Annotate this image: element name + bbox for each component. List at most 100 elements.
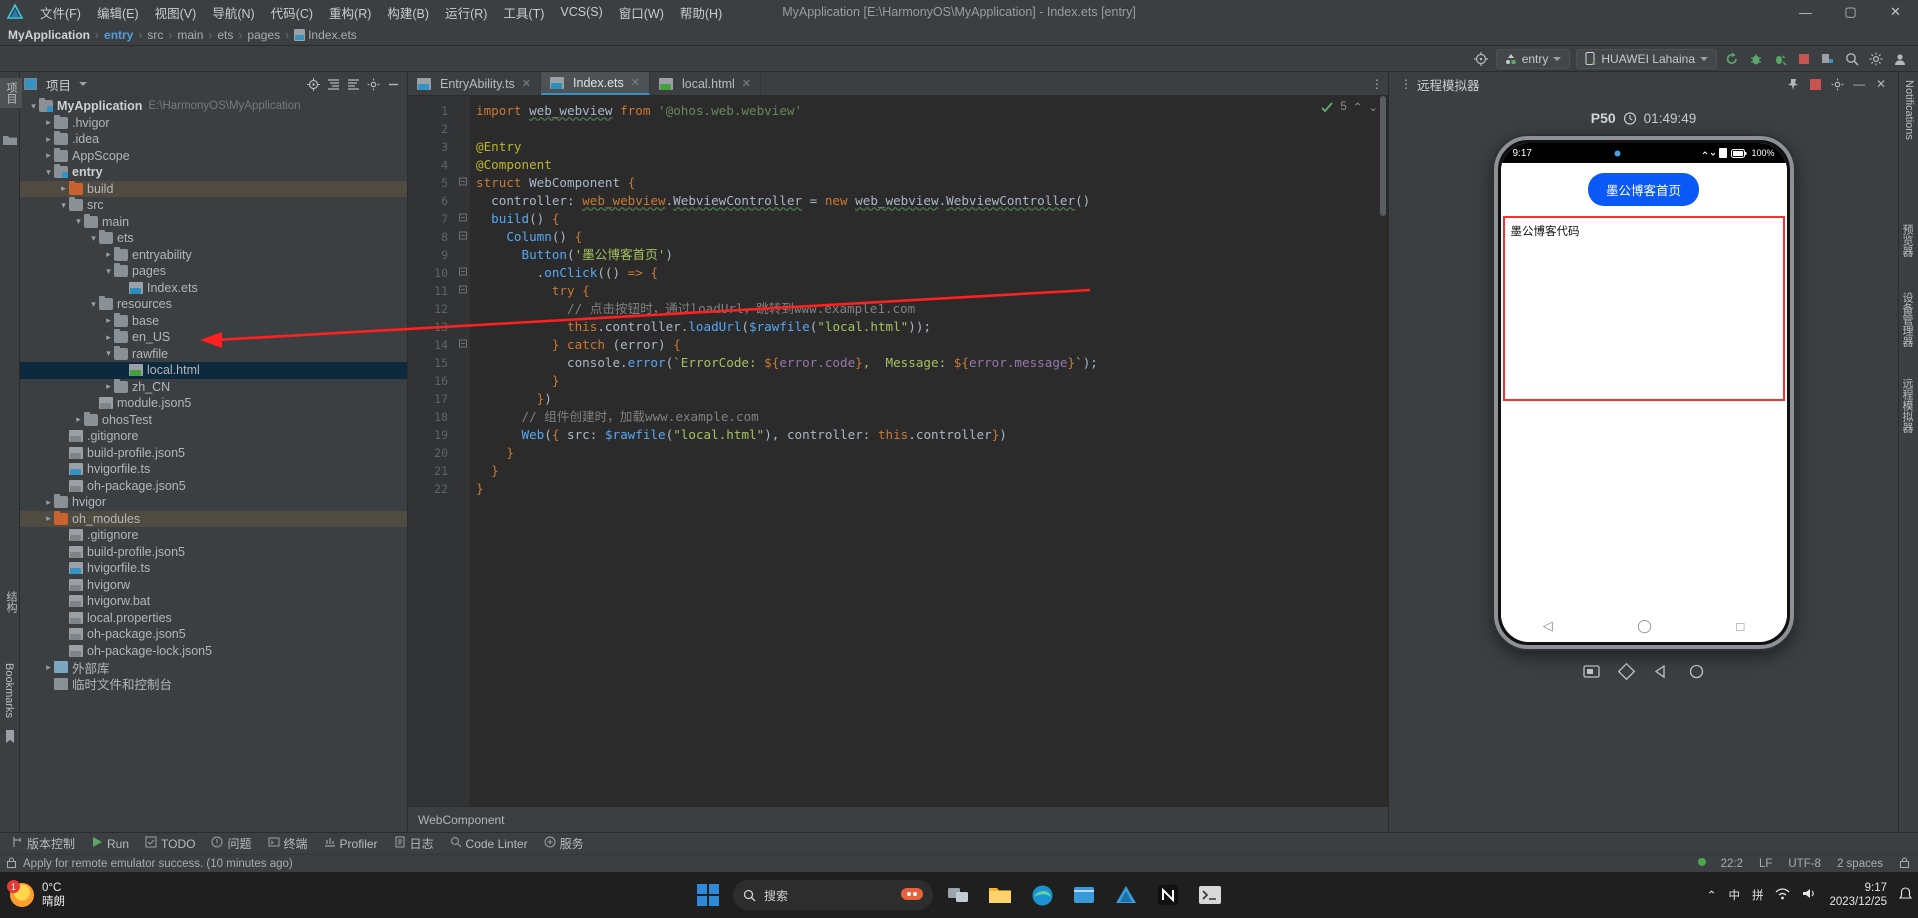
tree-node-[interactable]: 临时文件和控制台 — [20, 676, 407, 692]
run-configuration-selector[interactable]: entry — [1495, 48, 1571, 69]
tree-toggle-icon[interactable]: ▾ — [103, 348, 114, 359]
sidebar-item-project[interactable]: 项目 — [0, 78, 22, 108]
breadcrumb-item-1[interactable]: entry — [104, 28, 133, 42]
tree-toggle-icon[interactable]: ▾ — [73, 216, 84, 227]
inspection-next-icon[interactable]: ⌄ — [1368, 100, 1378, 114]
locate-icon[interactable] — [303, 74, 323, 94]
menu-code[interactable]: 代码(C) — [263, 1, 321, 24]
menu-build[interactable]: 构建(B) — [379, 1, 437, 24]
tree-node-local.html[interactable]: local.html — [20, 362, 407, 379]
profile-run-icon[interactable] — [1768, 48, 1792, 70]
tree-toggle-icon[interactable]: ▸ — [43, 117, 54, 128]
tree-node-src[interactable]: ▾ src — [20, 197, 407, 214]
chevron-up-icon[interactable]: ⌃ — [1707, 888, 1717, 902]
notification-center-icon[interactable] — [1898, 886, 1913, 904]
tree-node-hvigorw.bat[interactable]: hvigorw.bat — [20, 593, 407, 610]
tree-node-rawfile[interactable]: ▾ rawfile — [20, 345, 407, 363]
tab-Index.ets[interactable]: Index.ets ✕ — [541, 72, 650, 95]
editor-tabs-more-icon[interactable]: ⋮ — [1366, 72, 1388, 95]
gear-icon[interactable] — [1864, 48, 1888, 70]
code-editor[interactable]: 1 2 3 4 5 6 7 8 9 10 11 12 13 14 15 16 17 18 19 20 21 22 impo… — [408, 96, 1388, 806]
tree-node-hvigorfile.ts[interactable]: hvigorfile.ts — [20, 560, 407, 577]
chevron-down-icon[interactable] — [79, 82, 88, 86]
collapse-all-icon[interactable] — [323, 74, 343, 94]
nav-home-icon[interactable]: ◯ — [1637, 618, 1652, 634]
code-text-area[interactable]: import web_webview from '@ohos.web.webvi… — [470, 96, 1388, 806]
breadcrumb-item-2[interactable]: src — [147, 28, 163, 42]
gear-icon[interactable] — [1826, 74, 1848, 94]
tree-node-en_US[interactable]: ▸ en_US — [20, 329, 407, 346]
close-icon[interactable]: ✕ — [522, 77, 531, 90]
status-lock-icon[interactable] — [1891, 857, 1918, 871]
tree-node-oh-package.json5[interactable]: oh-package.json5 — [20, 626, 407, 643]
menu-window[interactable]: 窗口(W) — [611, 1, 672, 24]
menu-view[interactable]: 视图(V) — [147, 1, 205, 24]
hide-panel-icon[interactable]: — — [1848, 74, 1870, 94]
inspection-prev-icon[interactable]: ⌃ — [1353, 100, 1363, 114]
tree-toggle-icon[interactable]: ▸ — [43, 662, 54, 673]
inspection-widget[interactable]: 5 ⌃ ⌄ — [1321, 100, 1378, 114]
tree-node-hvigorfile.ts[interactable]: hvigorfile.ts — [20, 461, 407, 478]
tree-node-MyApplication[interactable]: ▾ MyApplication E:\HarmonyOS\MyApplication — [20, 98, 407, 115]
blog-home-button[interactable]: 墨公博客首页 — [1587, 173, 1699, 206]
tree-node-entryability[interactable]: ▸ entryability — [20, 246, 407, 264]
tree-toggle-icon[interactable]: ▸ — [43, 497, 54, 508]
menu-help[interactable]: 帮助(H) — [672, 1, 730, 24]
tree-node-oh_modules[interactable]: ▸ oh_modules — [20, 510, 407, 527]
bottom-tab-[interactable]: 版本控制 — [4, 833, 82, 854]
menu-edit[interactable]: 编辑(E) — [89, 1, 147, 24]
phone-screen[interactable]: 9:17 100% 墨公博客首页 墨公博客代码 ◁ ◯ □ — [1500, 143, 1787, 642]
file-encoding[interactable]: UTF-8 — [1780, 858, 1829, 870]
tab-local.html[interactable]: local.html ✕ — [650, 72, 761, 95]
folder-icon[interactable] — [3, 134, 17, 148]
editor-vertical-scrollbar[interactable] — [1378, 96, 1388, 806]
tree-node-resources[interactable]: ▾ resources — [20, 296, 407, 313]
tree-node-.hvigor[interactable]: ▸ .hvigor — [20, 114, 407, 132]
menu-file[interactable]: 文件(F) — [32, 1, 89, 24]
tree-toggle-icon[interactable]: ▸ — [103, 315, 114, 326]
bottom-tab-TODO[interactable]: TODO — [138, 834, 202, 853]
bottom-tab-[interactable]: 终端 — [261, 833, 315, 854]
nav-recents-icon[interactable]: □ — [1736, 619, 1744, 634]
tree-node-base[interactable]: ▸ base — [20, 312, 407, 330]
project-tree[interactable]: ▾ MyApplication E:\HarmonyOS\MyApplication… — [20, 96, 407, 832]
edge-browser-icon[interactable] — [1027, 880, 1057, 910]
copilot-icon[interactable] — [901, 886, 923, 905]
stop-emulator-icon[interactable] — [1804, 74, 1826, 94]
device-selector[interactable]: HUAWEI Lahaina — [1576, 48, 1717, 69]
taskbar-clock[interactable]: 9:17 2023/12/25 — [1829, 881, 1887, 909]
tree-node-.gitignore[interactable]: .gitignore — [20, 527, 407, 544]
pin-icon[interactable] — [1782, 74, 1804, 94]
hide-panel-icon[interactable] — [383, 74, 403, 94]
tree-node-[interactable]: ▸ 外部库 — [20, 659, 407, 676]
tree-toggle-icon[interactable]: ▸ — [103, 249, 114, 260]
tree-toggle-icon[interactable]: ▸ — [103, 332, 114, 343]
file-explorer-icon[interactable] — [985, 880, 1015, 910]
sidebar-item-structure[interactable]: 结构 — [0, 587, 22, 617]
bottom-tab-[interactable]: 服务 — [537, 833, 591, 854]
expand-all-icon[interactable] — [343, 74, 363, 94]
target-icon[interactable] — [1469, 48, 1493, 70]
tree-node-oh-package-lock.json5[interactable]: oh-package-lock.json5 — [20, 643, 407, 660]
task-view-icon[interactable] — [943, 880, 973, 910]
menu-navigate[interactable]: 导航(N) — [204, 1, 262, 24]
tree-node-.gitignore[interactable]: .gitignore — [20, 428, 407, 445]
volume-icon[interactable] — [1802, 887, 1817, 903]
account-icon[interactable] — [1888, 48, 1912, 70]
bottom-tab-Run[interactable]: Run — [84, 834, 136, 853]
ime-mode-icon[interactable]: 拼 — [1752, 887, 1764, 903]
bottom-tab-CodeLinter[interactable]: Code Linter — [443, 834, 535, 853]
run-icon[interactable] — [1720, 48, 1744, 70]
tree-toggle-icon[interactable]: ▾ — [28, 101, 39, 112]
windows-start-icon[interactable] — [693, 880, 723, 910]
tree-toggle-icon[interactable]: ▾ — [103, 266, 114, 277]
tree-node-zh_CN[interactable]: ▸ zh_CN — [20, 378, 407, 396]
sidebar-item-bookmarks[interactable]: Bookmarks — [0, 659, 18, 722]
device-manager-icon[interactable] — [1816, 48, 1840, 70]
maximize-button[interactable]: ▢ — [1828, 0, 1873, 24]
line-separator[interactable]: LF — [1751, 858, 1780, 870]
tree-node-local.properties[interactable]: local.properties — [20, 610, 407, 627]
network-icon[interactable] — [1775, 887, 1790, 903]
tree-toggle-icon[interactable]: ▸ — [73, 414, 84, 425]
tree-node-ohosTest[interactable]: ▸ ohosTest — [20, 411, 407, 429]
